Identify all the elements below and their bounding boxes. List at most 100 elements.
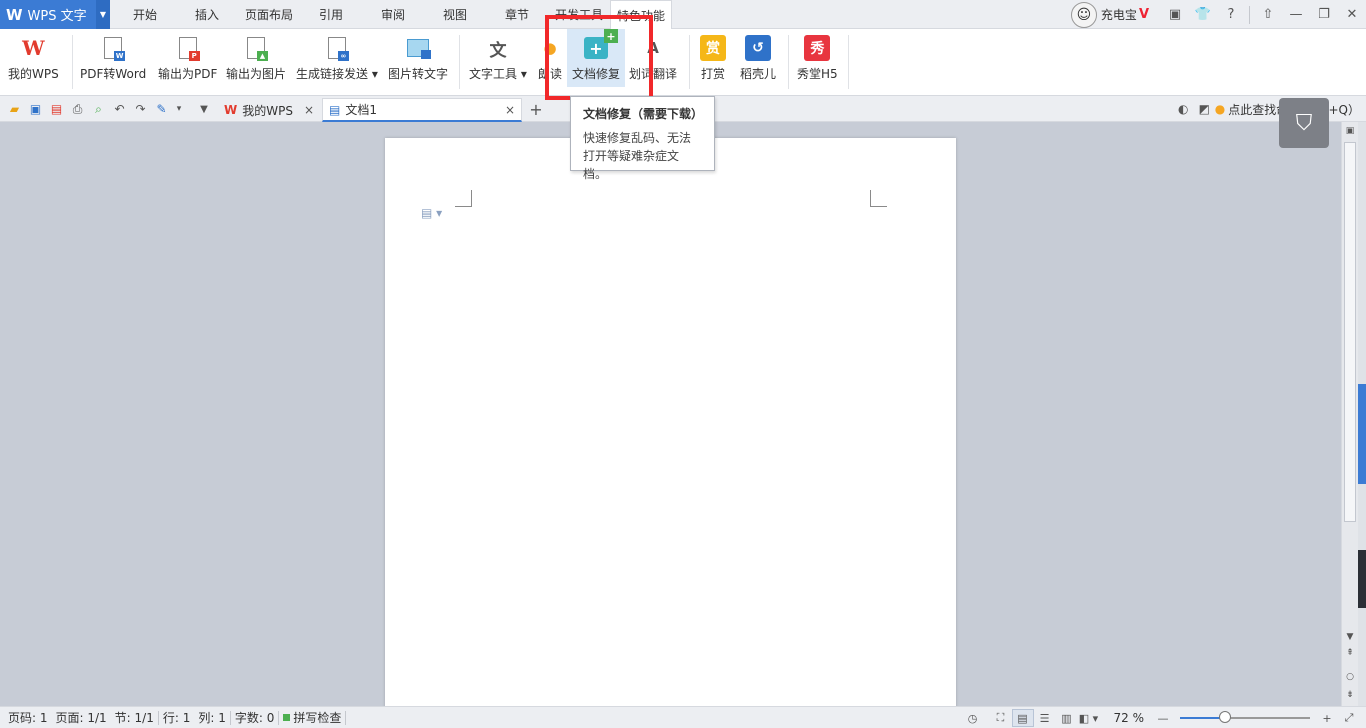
status-section[interactable]: 节: 1/1 — [111, 709, 158, 726]
tab-my-wps[interactable]: W 我的WPS × — [218, 98, 320, 122]
skin-icon[interactable]: ▣ — [1164, 4, 1186, 26]
view-toggle-icon[interactable]: ▣ — [1342, 124, 1358, 138]
share-icon[interactable]: ◩ — [1194, 99, 1215, 119]
wps-logo-icon: W — [224, 103, 238, 117]
text-tools-icon: 文 — [489, 40, 507, 61]
zoom-slider-handle[interactable] — [1219, 711, 1231, 723]
tab-special-features[interactable]: 特色功能 — [610, 0, 672, 30]
tab-page-layout[interactable]: 页面布局 — [238, 0, 300, 29]
my-wps-button[interactable]: W 我的WPS — [8, 29, 59, 87]
history-icon[interactable]: ◷ — [962, 709, 984, 727]
divider — [459, 35, 460, 89]
redo-icon[interactable]: ↷ — [130, 99, 151, 119]
reading-mode-icon[interactable]: ◧ ▾ — [1078, 709, 1100, 727]
doc-repair-button[interactable]: + + 文档修复 — [567, 29, 625, 87]
pdf-to-word-button[interactable]: W PDF转Word — [80, 29, 146, 87]
image-to-text-button[interactable]: 图片转文字 — [388, 29, 448, 87]
daoke-button[interactable]: ↺ 稻壳儿 — [740, 29, 776, 87]
status-page[interactable]: 页面: 1/1 — [52, 709, 111, 726]
status-column[interactable]: 列: 1 — [194, 709, 230, 726]
zoom-out-icon[interactable]: — — [1152, 709, 1174, 727]
upload-icon[interactable]: ⇧ — [1257, 4, 1279, 26]
web-view-icon[interactable]: ▥ — [1056, 709, 1078, 727]
app-name: WPS 文字 — [27, 9, 87, 24]
vertical-scrollbar[interactable]: ▣ ▼ ⇞ ○ ⇟ — [1341, 122, 1358, 706]
read-aloud-button[interactable]: ● 朗读 — [537, 29, 563, 87]
cloud-icon[interactable]: ◐ — [1173, 99, 1194, 119]
daoke-icon: ↺ — [745, 35, 771, 61]
doc-repair-label: 文档修复 — [571, 67, 620, 81]
fit-window-icon[interactable]: ⤢ — [1338, 709, 1360, 727]
outline-view-icon[interactable]: ☰ — [1034, 709, 1056, 727]
scroll-down-icon[interactable]: ▼ — [1342, 630, 1358, 644]
status-row[interactable]: 行: 1 — [159, 709, 195, 726]
side-panel-widget[interactable] — [1358, 550, 1366, 608]
tab-chapter[interactable]: 章节 — [486, 0, 548, 29]
export-pdf-icon[interactable]: ▤ — [46, 99, 67, 119]
next-page-icon[interactable]: ⇟ — [1342, 688, 1358, 702]
close-button[interactable]: ✕ — [1341, 4, 1363, 26]
zoom-slider[interactable] — [1180, 710, 1310, 726]
avatar[interactable]: ☺ — [1070, 1, 1097, 28]
status-page-code[interactable]: 页码: 1 — [0, 709, 52, 726]
reward-button[interactable]: 赏 打赏 — [700, 29, 726, 87]
image-to-text-label: 图片转文字 — [388, 67, 449, 81]
document-page[interactable]: ▤ ▾ — [385, 138, 956, 706]
chevron-down-icon[interactable]: ▾ — [172, 99, 186, 119]
reward-label: 打赏 — [700, 67, 725, 81]
paragraph-layout-icon[interactable]: ▤ ▾ — [421, 206, 442, 220]
xiutang-button[interactable]: 秀 秀堂H5 — [797, 29, 838, 87]
text-tools-button[interactable]: 文 文字工具 ▾ — [469, 29, 527, 87]
vip-badge[interactable]: V — [1139, 7, 1149, 22]
print-icon[interactable]: ⎙ — [67, 99, 88, 119]
divider — [848, 35, 849, 89]
fullscreen-icon[interactable]: ⛶ — [990, 709, 1012, 727]
add-tab-button[interactable]: + — [528, 98, 544, 120]
margin-mark-top-left — [455, 190, 472, 207]
undo-icon[interactable]: ↶ — [109, 99, 130, 119]
previous-page-icon[interactable]: ⇞ — [1342, 646, 1358, 660]
tab-home[interactable]: 开始 — [114, 0, 176, 29]
zoom-level[interactable]: 72 % — [1114, 711, 1145, 725]
user-name[interactable]: 充电宝 — [1101, 6, 1137, 23]
translate-button[interactable]: A 划词翻译 — [629, 29, 677, 87]
doc-repair-icon: + + — [583, 29, 618, 61]
tab-developer[interactable]: 开发工具 — [548, 0, 610, 29]
tab-review[interactable]: 审阅 — [362, 0, 424, 29]
zoom-in-icon[interactable]: + — [1316, 709, 1338, 727]
tab-view[interactable]: 视图 — [424, 0, 486, 29]
minimize-button[interactable]: — — [1285, 4, 1307, 26]
tab-insert[interactable]: 插入 — [176, 0, 238, 29]
export-image-button[interactable]: ▲ 输出为图片 — [226, 29, 286, 87]
export-pdf-label: 输出为PDF — [158, 67, 218, 81]
spell-check-toggle[interactable]: 拼写检查 — [279, 709, 345, 726]
close-icon[interactable]: × — [304, 103, 314, 117]
xiutang-label: 秀堂H5 — [797, 67, 838, 81]
help-icon[interactable]: ? — [1220, 4, 1242, 26]
print-preview-icon[interactable]: ⌕ — [88, 99, 109, 119]
app-menu-dropdown-icon[interactable]: ▼ — [96, 0, 110, 29]
open-folder-icon[interactable]: ▰ — [4, 99, 25, 119]
tab-document-1[interactable]: ▤ 文档1 × — [322, 98, 522, 122]
restore-button[interactable]: ❐ — [1313, 4, 1335, 26]
share-link-button[interactable]: ∞ 生成链接发送 ▾ — [296, 29, 378, 87]
floating-helper-icon[interactable]: ⛉ — [1279, 98, 1329, 148]
more-tabs-icon[interactable]: ▼ — [194, 99, 214, 119]
status-word-count[interactable]: 字数: 0 — [231, 709, 279, 726]
scrollbar-thumb[interactable] — [1344, 142, 1356, 522]
side-panel-toggle[interactable] — [1358, 384, 1366, 484]
spell-check-indicator-icon — [283, 714, 291, 721]
tab-references[interactable]: 引用 — [300, 0, 362, 29]
app-menu-button[interactable]: W WPS 文字 ▼ — [0, 0, 110, 29]
save-icon[interactable]: ▣ — [25, 99, 46, 119]
select-browse-object-icon[interactable]: ○ — [1342, 670, 1358, 684]
page-view-icon[interactable]: ▤ — [1011, 709, 1034, 727]
margin-mark-top-right — [870, 190, 887, 207]
chevron-down-icon[interactable]: ▾ — [372, 67, 378, 81]
wps-logo-icon: W — [22, 36, 45, 60]
export-pdf-button[interactable]: P 输出为PDF — [158, 29, 217, 87]
format-painter-icon[interactable]: ✎ — [151, 99, 172, 119]
chevron-down-icon[interactable]: ▾ — [521, 67, 527, 81]
shirt-icon[interactable]: 👕 — [1192, 4, 1214, 26]
close-icon[interactable]: × — [505, 103, 515, 117]
